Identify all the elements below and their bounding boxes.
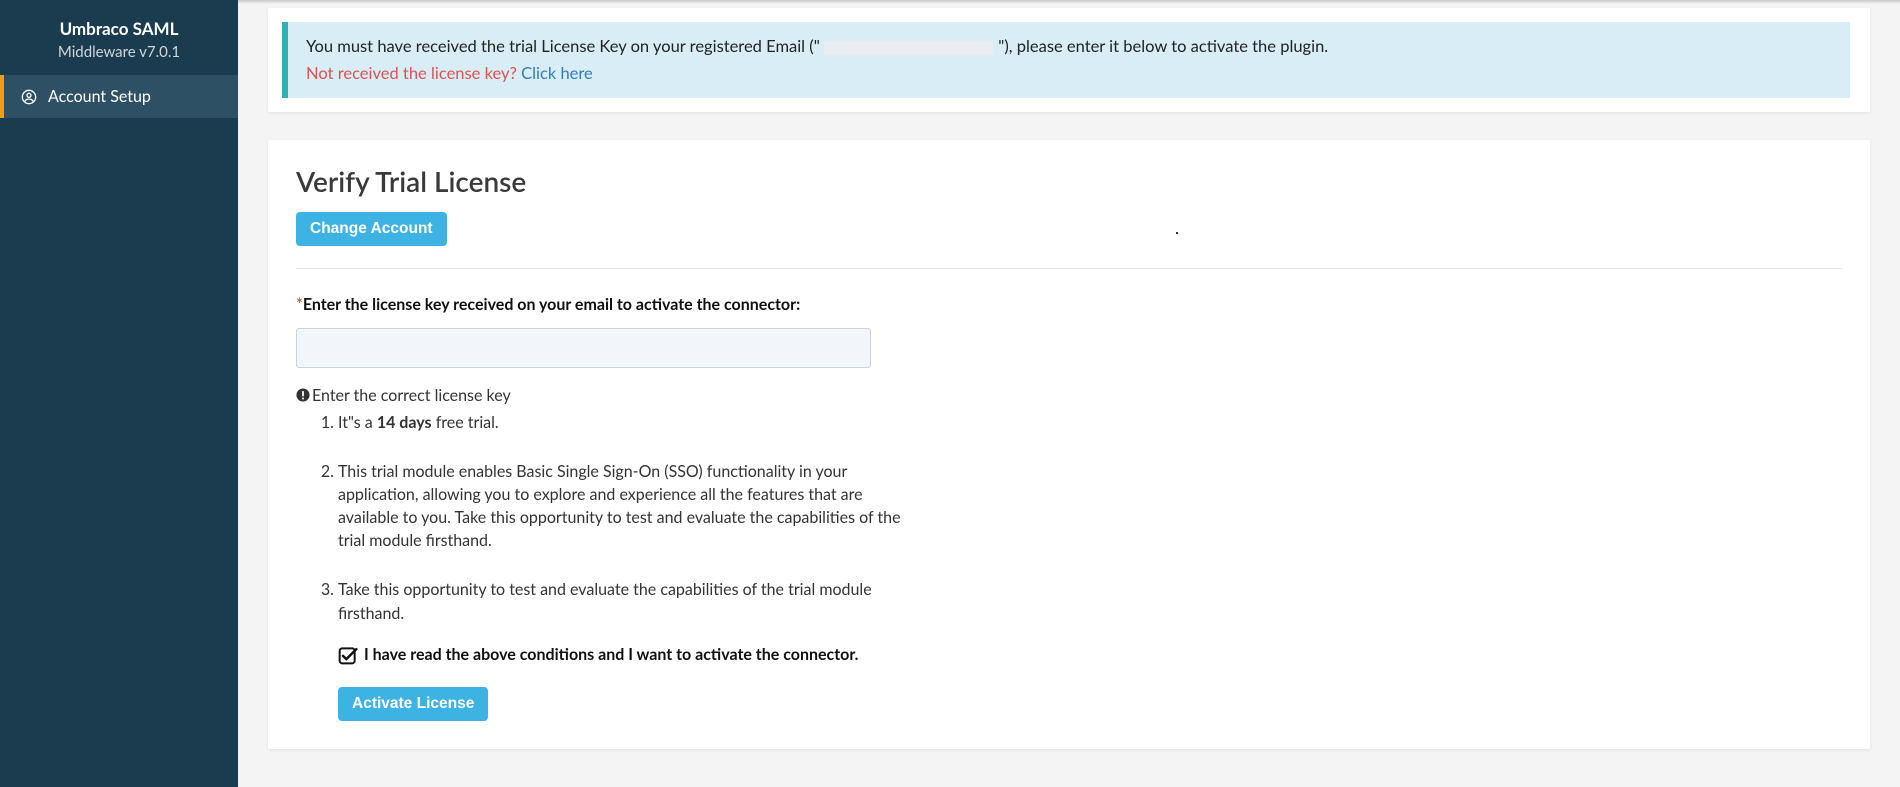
- verify-license-panel: Verify Trial License Change Account *Ent…: [268, 140, 1870, 749]
- license-alert: You must have received the trial License…: [282, 22, 1850, 98]
- decorative-dot: [1176, 232, 1178, 234]
- sidebar: Umbraco SAML Middleware v7.0.1 Account S…: [0, 0, 238, 787]
- condition-1-bold: 14 days: [377, 413, 432, 432]
- alert-not-received-text: Not received the license key?: [306, 63, 521, 83]
- accept-row: I have read the above conditions and I w…: [338, 645, 1842, 665]
- condition-3: Take this opportunity to test and evalua…: [338, 578, 916, 624]
- conditions-list: It"s a 14 days free trial. This trial mo…: [296, 411, 916, 625]
- alert-email-redacted: [824, 41, 994, 55]
- click-here-link[interactable]: Click here: [521, 63, 593, 83]
- alert-prefix: You must have received the trial License…: [306, 36, 820, 56]
- condition-2: This trial module enables Basic Single S…: [338, 460, 916, 553]
- license-key-label: *Enter the license key received on your …: [296, 295, 1842, 314]
- brand-title: Umbraco SAML: [10, 18, 228, 39]
- main-content: You must have received the trial License…: [238, 0, 1900, 787]
- activate-license-button[interactable]: Activate License: [338, 687, 488, 721]
- brand-block: Umbraco SAML Middleware v7.0.1: [0, 0, 238, 75]
- license-key-input[interactable]: [296, 328, 871, 368]
- condition-1: It"s a 14 days free trial.: [338, 411, 916, 434]
- accept-checkbox[interactable]: [338, 645, 358, 665]
- condition-1-post: free trial.: [432, 413, 499, 432]
- topbar-shadow: [238, 0, 1900, 4]
- accept-label[interactable]: I have read the above conditions and I w…: [364, 645, 858, 664]
- license-key-warning-text: Enter the correct license key: [312, 386, 511, 405]
- required-asterisk: *: [296, 295, 303, 314]
- alert-suffix: "), please enter it below to activate th…: [998, 36, 1328, 56]
- divider: [296, 268, 1842, 269]
- sidebar-item-account-setup[interactable]: Account Setup: [0, 75, 238, 118]
- condition-1-pre: It"s a: [338, 413, 377, 432]
- change-account-button[interactable]: Change Account: [296, 212, 447, 246]
- license-key-label-text: Enter the license key received on your e…: [303, 295, 800, 314]
- exclamation-icon: [296, 388, 310, 402]
- alert-card: You must have received the trial License…: [268, 8, 1870, 112]
- alert-not-received: Not received the license key? Click here: [306, 61, 1834, 86]
- sidebar-item-label: Account Setup: [48, 87, 151, 106]
- brand-subtitle: Middleware v7.0.1: [10, 43, 228, 61]
- panel-title: Verify Trial License: [296, 164, 1842, 198]
- user-circle-icon: [20, 88, 38, 106]
- license-key-warning: Enter the correct license key: [296, 386, 1842, 405]
- alert-message: You must have received the trial License…: [306, 34, 1834, 59]
